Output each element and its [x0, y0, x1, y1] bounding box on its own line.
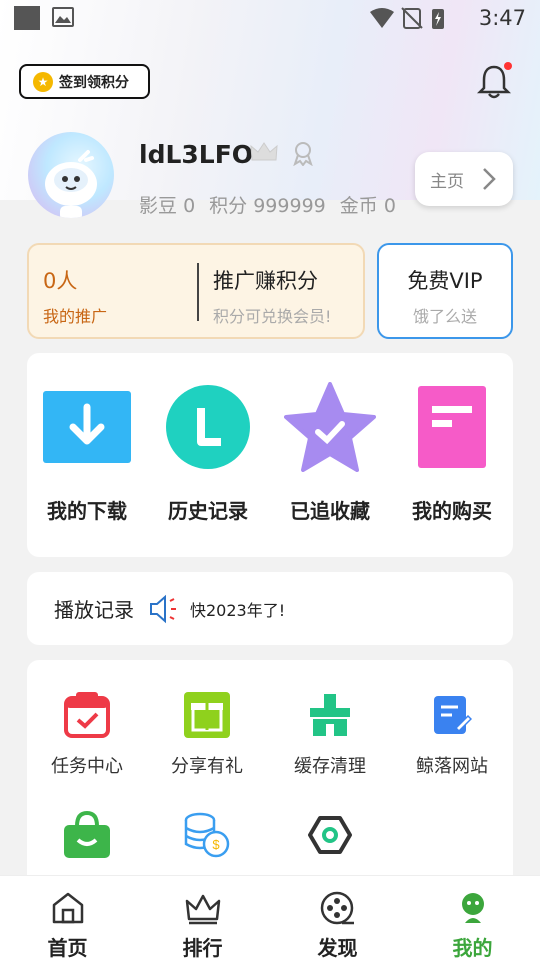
speaker-icon [150, 594, 176, 623]
website-icon [427, 690, 477, 740]
grid-item-website[interactable]: 鲸落网站 [392, 690, 512, 778]
nav-ranking[interactable]: 排行 [135, 876, 270, 960]
notification-square-icon [14, 6, 40, 30]
quick-action-download[interactable]: 我的下载 [32, 383, 142, 524]
notification-dot [504, 62, 512, 70]
svg-text:$: $ [212, 837, 220, 852]
play-record-label: 播放记录 [54, 598, 134, 622]
stat-beans: 影豆 0 [139, 195, 196, 217]
vip-subtitle: 饿了么送 [412, 307, 477, 326]
stat-points: 积分 999999 [209, 195, 326, 217]
quick-actions-card: 我的下载 历史记录 已追收藏 我的购买 [27, 353, 513, 557]
grid-item-task-center[interactable]: 任务中心 [27, 690, 147, 778]
play-record-bar[interactable]: 播放记录 快2023年了! [27, 572, 513, 645]
avatar[interactable] [28, 132, 114, 218]
image-notification-icon [52, 7, 74, 27]
home-page-label: 主页 [430, 171, 464, 192]
grid-item-share-gift[interactable]: 分享有礼 [147, 690, 267, 778]
grid-item-shop[interactable] [27, 810, 147, 860]
promotion-title: 推广赚积分 [213, 269, 318, 293]
quick-action-label: 我的购买 [412, 499, 492, 523]
discover-film-icon [270, 890, 405, 926]
home-page-button[interactable]: 主页 [415, 152, 513, 206]
signin-label: 签到领积分 [59, 74, 129, 91]
vip-title: 免费VIP [407, 269, 483, 293]
quick-action-label: 历史记录 [168, 499, 248, 523]
my-promotion[interactable]: 0人 我的推广 [43, 265, 107, 327]
quick-action-history[interactable]: 历史记录 [153, 383, 263, 524]
grid-item-label: 鲸落网站 [416, 756, 488, 777]
play-record-text: 快2023年了! [190, 600, 286, 620]
purchase-icon [406, 383, 498, 471]
grid-item-label: 缓存清理 [294, 756, 366, 777]
services-grid: 任务中心 分享有礼 缓存清理 鲸落网站 $ [27, 660, 513, 890]
nav-profile[interactable]: 我的 [405, 876, 540, 960]
signin-button[interactable]: ★ 签到领积分 [19, 64, 150, 99]
download-icon [41, 383, 133, 471]
history-icon [162, 383, 254, 471]
nav-home[interactable]: 首页 [0, 876, 135, 960]
quick-action-purchases[interactable]: 我的购买 [397, 383, 507, 524]
home-icon [0, 890, 135, 926]
nav-label: 发现 [317, 936, 358, 960]
profile-stats: 影豆 0 积分 999999 金币 0 [139, 191, 396, 218]
medal-badge-icon [293, 142, 313, 166]
task-center-icon [62, 690, 112, 740]
settings-hex-icon [305, 810, 355, 860]
status-bar: 3:47 [0, 0, 540, 38]
profile-icon [405, 890, 540, 926]
quick-action-label: 已追收藏 [290, 499, 370, 523]
nav-label: 我的 [452, 936, 493, 960]
gift-icon [182, 690, 232, 740]
nav-discover[interactable]: 发现 [270, 876, 405, 960]
ranking-crown-icon [135, 890, 270, 926]
promotion-card[interactable]: 0人 我的推广 推广赚积分 积分可兑换会员! [27, 243, 365, 339]
cache-clean-icon [305, 690, 355, 740]
star-badge-icon: ★ [33, 71, 53, 92]
username: ldL3LFO [139, 140, 254, 169]
coins-icon: $ [182, 810, 232, 860]
signal-battery-icons [370, 7, 444, 29]
quick-action-label: 我的下载 [47, 499, 127, 523]
earn-points[interactable]: 推广赚积分 积分可兑换会员! [213, 265, 331, 327]
promotion-count: 0人 [43, 269, 78, 293]
chevron-right-icon [483, 168, 496, 190]
bottom-navigation: 首页 排行 发现 我的 [0, 875, 540, 960]
nav-label: 首页 [47, 936, 88, 960]
quick-action-favorites[interactable]: 已追收藏 [275, 382, 385, 524]
favorite-star-icon [284, 382, 376, 472]
nav-label: 排行 [182, 936, 223, 960]
grid-item-label: 任务中心 [51, 756, 123, 777]
promotion-count-label: 我的推广 [43, 307, 108, 326]
free-vip-card[interactable]: 免费VIP 饿了么送 [377, 243, 513, 339]
grid-item-settings[interactable] [270, 810, 390, 860]
divider [197, 263, 199, 321]
clock: 3:47 [478, 6, 526, 30]
grid-item-cache-clean[interactable]: 缓存清理 [270, 690, 390, 778]
grid-item-label: 分享有礼 [171, 756, 243, 777]
stat-coins: 金币 0 [339, 195, 396, 217]
crown-badge-icon [250, 142, 278, 161]
promotion-subtitle: 积分可兑换会员! [213, 307, 332, 326]
shop-bag-icon [62, 810, 112, 860]
grid-item-coins[interactable]: $ [147, 810, 267, 860]
